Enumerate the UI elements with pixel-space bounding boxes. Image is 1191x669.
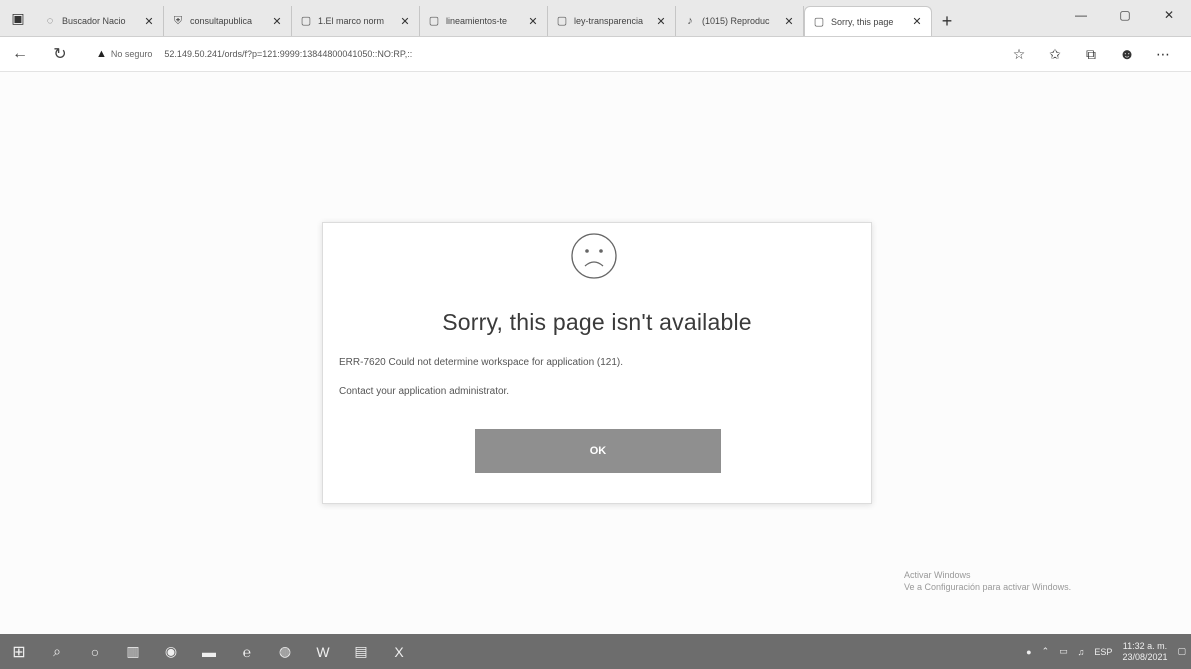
close-icon[interactable]: ✕: [783, 15, 795, 28]
network-icon[interactable]: ▭: [1059, 646, 1068, 657]
volume-icon[interactable]: ♫: [1078, 647, 1085, 657]
dialog-title: Sorry, this page isn't available: [442, 309, 752, 335]
shield-icon: ⛨: [173, 15, 183, 27]
tab-strip: ▣ ◌ Buscador Nacio ✕ ⛨ consultapublica ✕ ▢ 1.El…: [0, 0, 1191, 37]
refresh-icon: ↻: [53, 46, 67, 63]
tab-title: Sorry, this page: [831, 16, 894, 27]
tab-title: ley-transparencia: [574, 16, 644, 26]
weather-icon[interactable]: ●: [1026, 647, 1031, 657]
error-message: ERR-7620 Could not determine workspace f…: [339, 357, 624, 368]
taskbar-app-icon[interactable]: ◍: [266, 634, 304, 669]
close-icon[interactable]: ✕: [399, 15, 411, 28]
taskbar-app-icon[interactable]: ◉: [152, 634, 190, 669]
url-field[interactable]: ▲ No seguro 52.149.50.241/ords/f?p=121:9…: [96, 41, 856, 67]
word-icon: W: [316, 643, 330, 660]
restore-button[interactable]: ▢: [1103, 0, 1147, 30]
page-content: Sorry, this page isn't available ERR-762…: [0, 72, 1191, 634]
clock[interactable]: 11:32 a. m. 23/08/2021: [1122, 641, 1167, 663]
refresh-button[interactable]: ↻: [40, 39, 80, 69]
system-tray: ● ⌃ ▭ ♫ ESP 11:32 a. m. 23/08/2021 ▢: [1021, 634, 1191, 669]
close-icon[interactable]: ✕: [527, 15, 539, 28]
favorites-list-icon[interactable]: ✩: [1037, 40, 1073, 68]
toolbar-right: ☆ ✩ ⧉ ☻ ⋯: [1001, 40, 1181, 68]
favorite-icon[interactable]: ☆: [1001, 40, 1037, 68]
tab[interactable]: ◌ Buscador Nacio ✕: [36, 6, 164, 36]
tab-title: lineamientos-te: [446, 16, 508, 26]
circle-icon: ○: [90, 643, 100, 660]
page-icon: ▢: [300, 15, 312, 27]
start-button[interactable]: ⊞: [0, 634, 38, 669]
search-button[interactable]: ⌕: [38, 634, 76, 669]
excel-icon: X: [394, 643, 404, 660]
tab[interactable]: ♪ (1015) Reproduc ✕: [676, 6, 804, 36]
explorer-icon: ▬: [202, 643, 216, 660]
task-view-icon: ▥: [126, 643, 140, 659]
address-bar: ← ↻ ▲ No seguro 52.149.50.241/ords/f?p=1…: [0, 37, 1191, 72]
tab-actions-icon[interactable]: ▣: [0, 0, 36, 36]
taskbar-app-icon[interactable]: ▬: [190, 634, 228, 669]
ok-button[interactable]: OK: [475, 429, 721, 473]
tab-title: consultapublica: [190, 16, 253, 26]
new-tab-button[interactable]: +: [932, 6, 962, 36]
tab[interactable]: ▢ 1.El marco norm ✕: [292, 6, 420, 36]
activate-windows-watermark: Activar Windows Ve a Configuración para …: [904, 569, 1071, 593]
taskbar: ⊞ ⌕ ○ ▥ ◉ ▬ ℮ ◍ W ▤ X ● ⌃ ▭ ♫ ESP 11:32 …: [0, 634, 1191, 669]
security-label[interactable]: No seguro: [111, 49, 153, 59]
bell-icon: ♪: [687, 15, 693, 27]
minimize-button[interactable]: —: [1059, 0, 1103, 30]
url-text[interactable]: 52.149.50.241/ords/f?p=121:9999:13844800…: [164, 49, 412, 59]
back-button[interactable]: ←: [0, 39, 40, 69]
warning-icon[interactable]: ▲: [96, 48, 107, 60]
tab[interactable]: ▢ Sorry, this page ✕: [804, 6, 932, 36]
window-controls: — ▢ ✕: [1059, 0, 1191, 36]
taskbar-app-icon[interactable]: X: [380, 634, 418, 669]
page-icon: ▢: [556, 15, 568, 27]
chrome-icon: ◉: [164, 643, 178, 659]
activate-windows-title: Activar Windows: [904, 570, 971, 580]
tab-title: 1.El marco norm: [318, 16, 385, 26]
tab-title: Buscador Nacio: [62, 16, 126, 26]
close-icon[interactable]: ✕: [271, 15, 283, 28]
arrow-left-icon: ←: [12, 45, 28, 62]
tab[interactable]: ⛨ consultapublica ✕: [164, 6, 292, 36]
contact-message: Contact your application administrator.: [339, 386, 510, 397]
globe-icon: ◌: [46, 15, 54, 27]
page-icon: ▢: [813, 15, 825, 28]
browser-window: ▣ ◌ Buscador Nacio ✕ ⛨ consultapublica ✕ ▢ 1.El…: [0, 0, 1191, 669]
language-indicator[interactable]: ESP: [1094, 647, 1112, 657]
chevron-up-icon[interactable]: ⌃: [1042, 646, 1050, 657]
error-dialog: Sorry, this page isn't available ERR-762…: [322, 222, 872, 504]
clock-time: 11:32 a. m.: [1122, 640, 1168, 651]
more-menu-icon[interactable]: ⋯: [1145, 40, 1181, 68]
store-icon: ▤: [354, 643, 368, 659]
taskbar-app-icon[interactable]: W: [304, 634, 342, 669]
tab[interactable]: ▢ lineamientos-te ✕: [420, 6, 548, 36]
search-icon: ⌕: [53, 643, 61, 659]
collections-icon[interactable]: ⧉: [1073, 40, 1109, 68]
clock-date: 23/08/2021: [1122, 651, 1168, 662]
taskbar-app-icon[interactable]: ℮: [228, 634, 266, 669]
tab-title: (1015) Reproduc: [702, 16, 770, 26]
tab[interactable]: ▢ ley-transparencia ✕: [548, 6, 676, 36]
firefox-icon: ◍: [278, 643, 292, 659]
close-icon[interactable]: ✕: [655, 15, 667, 28]
task-view-button[interactable]: ▥: [114, 634, 152, 669]
close-icon[interactable]: ✕: [143, 15, 155, 28]
notifications-icon[interactable]: ▢: [1177, 646, 1186, 657]
activate-windows-subtitle: Ve a Configuración para activar Windows.: [904, 582, 1072, 592]
windows-icon: ⊞: [12, 643, 26, 661]
page-icon: ▢: [428, 15, 440, 27]
close-icon[interactable]: ✕: [911, 15, 923, 28]
tabs-container: ◌ Buscador Nacio ✕ ⛨ consultapublica ✕ ▢ 1.El m…: [36, 0, 932, 36]
cortana-button[interactable]: ○: [76, 634, 114, 669]
edge-icon: ℮: [242, 643, 252, 660]
taskbar-app-icon[interactable]: ▤: [342, 634, 380, 669]
sad-face-icon: [571, 233, 617, 279]
profile-icon[interactable]: ☻: [1109, 40, 1145, 68]
close-window-button[interactable]: ✕: [1147, 0, 1191, 30]
